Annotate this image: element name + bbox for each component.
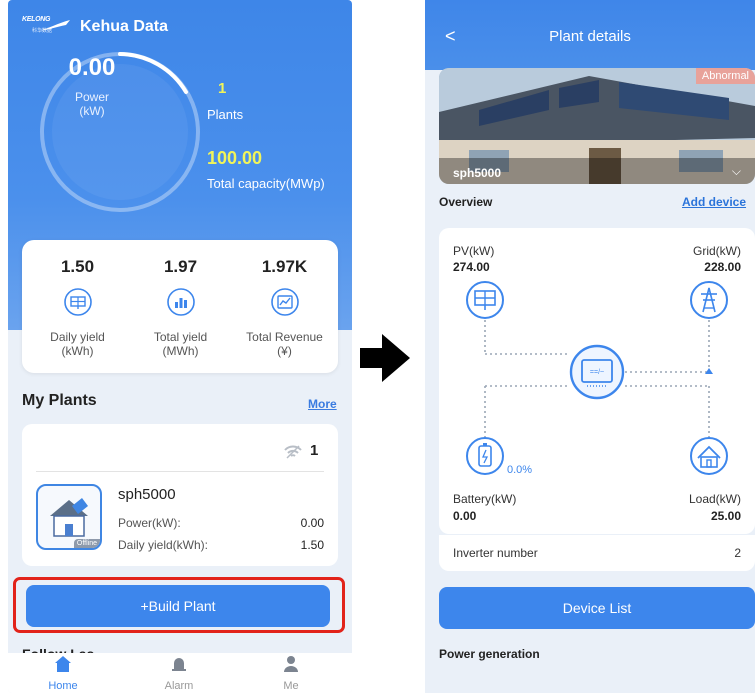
- total-revenue-value: 1.97K: [261, 257, 308, 276]
- daily-yield-label: Daily yield (kWh): [50, 330, 105, 358]
- plant-thumbnail: Offline: [36, 484, 102, 550]
- bottom-tab-bar: Home Alarm Me: [8, 653, 352, 693]
- inverter-number-label: Inverter number: [453, 546, 538, 560]
- highlight-annotation: [13, 577, 345, 633]
- plant-details-screen: < Plant details Abnormal sph5000 ⌵ Overv…: [425, 0, 755, 693]
- power-value: 0.00: [68, 54, 116, 81]
- total-yield-label: Total yield (MWh): [153, 330, 208, 358]
- page-title: Plant details: [549, 28, 631, 45]
- daily-yield-value: 1.50: [60, 257, 95, 276]
- inverter-icon: ==/~: [569, 344, 625, 400]
- solar-panel-icon: [466, 281, 504, 319]
- plant-name: sph5000: [118, 486, 176, 503]
- tab-me[interactable]: Me: [256, 655, 326, 692]
- total-revenue-stat: 1.97K Total Revenue (¥): [232, 240, 337, 358]
- load-label: Load(kW): [688, 492, 741, 506]
- plant-power-row: Power(kW): 0.00: [118, 516, 324, 530]
- power-generation-title: Power generation: [439, 647, 540, 661]
- chevron-down-icon[interactable]: ⌵: [732, 164, 741, 179]
- power-label: Power (kW): [74, 90, 109, 118]
- total-capacity-value: 100.00: [207, 148, 263, 168]
- bell-icon: [172, 658, 186, 671]
- offline-badge: Offline: [73, 539, 100, 548]
- total-capacity-label: Total capacity(MWp): [207, 176, 325, 191]
- bar-chart-icon: [166, 288, 195, 316]
- plant-card[interactable]: 1 Offline sph5000 Power(kW): 0.00 Daily …: [22, 424, 338, 566]
- energy-flow-diagram: ==/~: [466, 281, 728, 475]
- transition-arrow-icon: [360, 334, 410, 382]
- home-screen: KELONG 科华数据 Kehua Data 0.00 Power (kW) 1…: [8, 0, 352, 693]
- plants-count: 1: [218, 80, 227, 97]
- total-yield-stat: 1.97 Total yield (MWh): [128, 240, 233, 358]
- solar-panel-icon: [63, 288, 92, 316]
- yield-summary-card: 1.50 Daily yield(kWh) 1.97 Total yield: [22, 240, 338, 373]
- more-link[interactable]: More: [308, 397, 337, 411]
- total-revenue-label: Total Revenue (¥): [246, 330, 323, 358]
- battery-soc: 0.0%: [507, 464, 533, 476]
- daily-yield-stat: 1.50 Daily yield (kWh): [25, 240, 130, 358]
- home-icon: [55, 656, 71, 672]
- battery-icon: [466, 437, 504, 475]
- tab-alarm[interactable]: Alarm: [144, 655, 214, 692]
- kelong-logo: KELONG 科华数据: [22, 16, 74, 38]
- details-header: < Plant details: [425, 0, 755, 70]
- app-title: Kehua Data: [80, 18, 169, 35]
- plant-daily-yield-row: Daily yield(kWh): 1.50: [118, 538, 324, 552]
- energy-flow-card: PV(kW) 274.00 Grid(kW) 228.00 ==/~ 0.0% …: [439, 228, 755, 534]
- battery-label: Battery(kW): [453, 492, 517, 506]
- load-house-icon: [690, 437, 728, 475]
- inverter-number-value: 2: [734, 546, 741, 560]
- plant-hero-image[interactable]: Abnormal sph5000 ⌵: [439, 68, 755, 184]
- revenue-chart-icon: [270, 288, 299, 316]
- signal-icon: [284, 445, 302, 459]
- grid-tower-icon: [690, 281, 728, 319]
- add-device-link[interactable]: Add device: [682, 195, 746, 209]
- load-value: 25.00: [710, 509, 741, 523]
- plant-device-count: 1: [310, 442, 319, 459]
- battery-value: 0.00: [453, 509, 477, 523]
- my-plants-title: My Plants: [22, 392, 97, 409]
- overview-title: Overview: [439, 195, 493, 209]
- tab-home[interactable]: Home: [28, 655, 98, 692]
- brand-logo: KELONG 科华数据 Kehua Data: [22, 16, 168, 38]
- plant-name: sph5000: [453, 166, 502, 180]
- total-yield-value: 1.97: [163, 257, 198, 276]
- device-list-button[interactable]: Device List: [439, 587, 755, 629]
- divider: [36, 471, 324, 472]
- user-icon: [284, 656, 298, 672]
- plants-label: Plants: [207, 107, 244, 122]
- abnormal-badge: Abnormal: [695, 68, 755, 84]
- inverter-number-row: Inverter number 2: [439, 535, 755, 571]
- svg-text:==/~: ==/~: [590, 369, 604, 376]
